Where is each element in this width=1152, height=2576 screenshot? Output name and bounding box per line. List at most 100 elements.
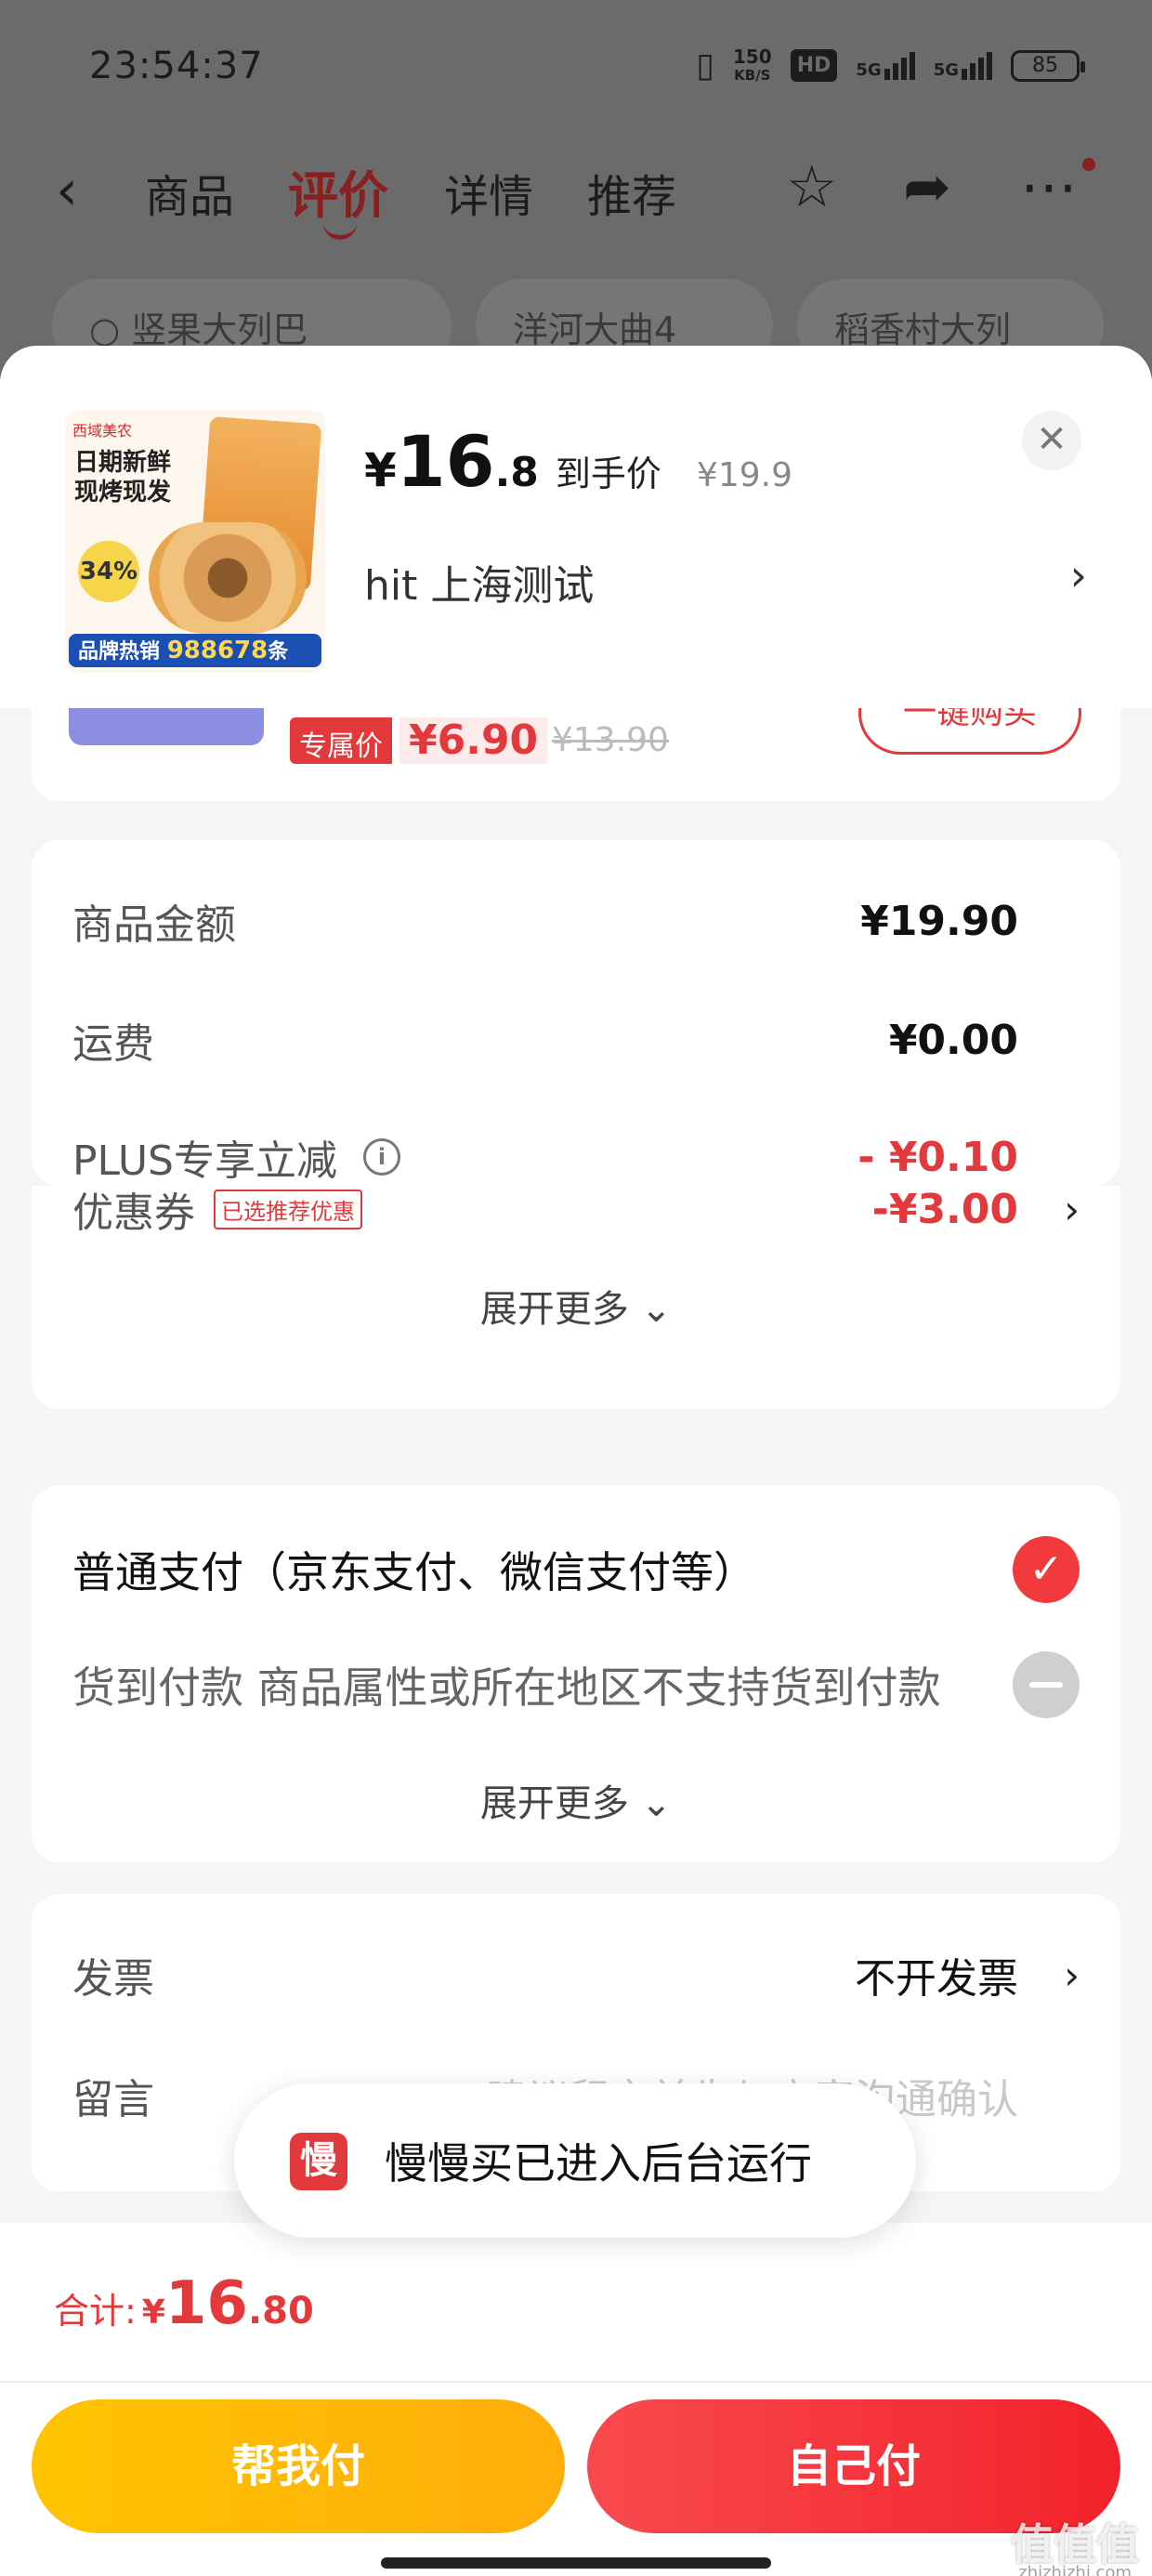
status-time: 23:54:37: [89, 45, 264, 87]
total-price: 合计: ¥ 16 .80: [54, 2269, 314, 2338]
recommend-original-price: ¥13.90: [552, 721, 669, 759]
signal-label-2: 5G: [933, 59, 959, 80]
chevron-right-icon[interactable]: ›: [1070, 550, 1087, 600]
shipping-label: 运费: [72, 1020, 154, 1068]
product-image-badge: 34%: [78, 541, 139, 602]
help-pay-button[interactable]: 帮我付: [32, 2399, 565, 2533]
message-label: 留言: [72, 2076, 154, 2123]
amount-label: 商品金额: [72, 901, 236, 949]
app-icon: 慢: [290, 2133, 347, 2190]
net-speed-unit: KB/S: [734, 66, 771, 84]
price-summary-card: 商品金额 ¥19.90 运费 ¥0.00 PLUS专享立减 i - ¥0.10: [32, 840, 1120, 1186]
coupon-value: -¥3.00: [871, 1185, 1018, 1233]
price-row: ¥ 16 .8 到手价 ¥19.9: [364, 420, 792, 503]
strip-number: 988678: [166, 637, 268, 664]
info-icon[interactable]: i: [363, 1138, 400, 1176]
payment-card: 普通支付（京东支付、微信支付等） ✓ 货到付款 商品属性或所在地区不支持货到付款…: [32, 1485, 1120, 1862]
close-icon: ✕: [1036, 418, 1067, 461]
summary-row-amount: 商品金额 ¥19.90: [72, 888, 1080, 953]
chevron-down-icon: ⌄: [640, 1782, 673, 1825]
exclusive-price: ¥6.90: [399, 717, 548, 764]
invoice-value: 不开发票: [855, 1955, 1018, 2003]
plus-discount-value: - ¥0.10: [857, 1133, 1018, 1181]
original-price: ¥19.9: [696, 456, 792, 494]
watermark-url: zhizhizhi.com: [1018, 2563, 1132, 2576]
home-indicator[interactable]: [381, 2557, 771, 2569]
expand-more-summary[interactable]: 展开更多 ⌄: [32, 1279, 1120, 1333]
summary-row-coupon[interactable]: 优惠券 已选推荐优惠 -¥3.00 ›: [72, 1176, 1080, 1242]
expand-more-label: 展开更多: [479, 1288, 629, 1331]
image-title-line1: 日期新鲜: [74, 449, 172, 477]
signal-label: 5G: [856, 59, 882, 80]
coupon-label: 优惠券 已选推荐优惠: [72, 1179, 362, 1239]
chevron-down-icon: ⌄: [640, 1288, 673, 1331]
checkout-footer: 合计: ¥ 16 .80 帮我付 自己付 值值值 zhizhizhi.com: [0, 2223, 1152, 2576]
toast: 慢 慢慢买已进入后台运行: [234, 2083, 916, 2238]
image-title-line2: 现烤现发: [74, 479, 172, 506]
product-image-brand: 西域美农: [72, 422, 133, 440]
payment-normal-label: 普通支付（京东支付、微信支付等）: [72, 1547, 756, 1597]
search-chip-label: 竖果大列巴: [131, 309, 308, 350]
close-button[interactable]: ✕: [1022, 411, 1081, 470]
net-speed-value: 150: [732, 45, 772, 68]
total-currency: ¥: [141, 2293, 165, 2332]
check-icon[interactable]: ✓: [1013, 1536, 1080, 1603]
chevron-right-icon: ›: [1064, 1952, 1080, 1998]
payment-cod-label: 货到付款 商品属性或所在地区不支持货到付款: [72, 1663, 941, 1713]
status-bar: 23:54:37 ▯ 150 KB/S HD 5G 5G 85: [0, 0, 1152, 139]
invoice-row[interactable]: 发票 不开发票 ›: [72, 1942, 1080, 2007]
invoice-label: 发票: [72, 1955, 154, 2003]
strip-suffix: 条: [268, 640, 289, 664]
back-icon[interactable]: ‹: [56, 158, 78, 223]
notification-dot: [1082, 158, 1095, 171]
search-icon: ○: [89, 309, 132, 350]
product-image: 西域美农 日期新鲜 现烤现发 34% 品牌热销 988678条: [65, 411, 325, 673]
tab-recommend[interactable]: 推荐: [587, 160, 676, 225]
total-label: 合计:: [54, 2291, 137, 2332]
chevron-right-icon: ›: [1064, 1186, 1080, 1232]
share-icon[interactable]: ➦: [903, 152, 951, 220]
status-icons: ▯ 150 KB/S HD 5G 5G 85: [696, 46, 1085, 85]
payment-option-cod: 货到付款 商品属性或所在地区不支持货到付款: [72, 1651, 1080, 1718]
checkout-sheet: 西域美农 日期新鲜 现烤现发 34% 品牌热销 988678条 ¥ 16 .8 …: [0, 346, 1152, 2576]
coupon-tag: 已选推荐优惠: [214, 1189, 362, 1229]
net-speed: 150 KB/S: [733, 47, 772, 85]
product-roll: [149, 522, 307, 634]
tab-reviews[interactable]: 评价: [288, 154, 388, 228]
expand-more-payment[interactable]: 展开更多 ⌄: [32, 1773, 1120, 1827]
price-decimal: .8: [494, 449, 539, 496]
tab-product[interactable]: 商品: [145, 160, 234, 225]
background-page: 23:54:37 ▯ 150 KB/S HD 5G 5G 85 ‹ 商品 评价 …: [0, 0, 1152, 390]
product-image-strip: 品牌热销 988678条: [69, 634, 321, 667]
shipping-value: ¥0.00: [888, 1016, 1018, 1064]
star-icon[interactable]: ☆: [786, 152, 838, 220]
price-label: 到手价: [555, 453, 661, 494]
hd-icon: HD: [790, 49, 838, 82]
expand-more-label: 展开更多: [479, 1782, 629, 1825]
divider: [0, 2381, 1152, 2383]
total-integer: 16: [164, 2269, 248, 2338]
price-currency: ¥: [364, 443, 397, 497]
top-nav: ‹ 商品 评价 详情 推荐 ☆ ➦ ⋯: [0, 139, 1152, 242]
address[interactable]: hit 上海测试: [364, 552, 594, 611]
total-decimal: .80: [247, 2290, 314, 2333]
strip-label: 品牌热销: [78, 640, 161, 664]
disabled-icon: [1013, 1651, 1080, 1718]
coupon-label-text: 优惠券: [72, 1189, 195, 1237]
tab-details[interactable]: 详情: [444, 160, 533, 225]
vibrate-icon: ▯: [696, 46, 714, 85]
price-summary-card-continued: 优惠券 已选推荐优惠 -¥3.00 › 展开更多 ⌄: [32, 1186, 1120, 1409]
amount-value: ¥19.90: [860, 897, 1018, 945]
toast-text: 慢慢买已进入后台运行: [385, 2138, 812, 2188]
signal-icon-2: 5G: [933, 51, 992, 80]
summary-row-shipping: 运费 ¥0.00: [72, 1007, 1080, 1072]
active-tab-indicator: [323, 223, 357, 240]
battery-icon: 85: [1011, 49, 1085, 82]
exclusive-price-tag: 专属价: [290, 717, 392, 764]
more-icon[interactable]: ⋯: [1020, 152, 1078, 220]
price-integer: 16: [396, 420, 495, 503]
payment-option-normal[interactable]: 普通支付（京东支付、微信支付等） ✓: [72, 1536, 1080, 1603]
recommend-image: [69, 708, 264, 745]
signal-icon: 5G: [856, 51, 915, 80]
product-header: 西域美农 日期新鲜 现烤现发 34% 品牌热销 988678条 ¥ 16 .8 …: [0, 346, 1152, 708]
